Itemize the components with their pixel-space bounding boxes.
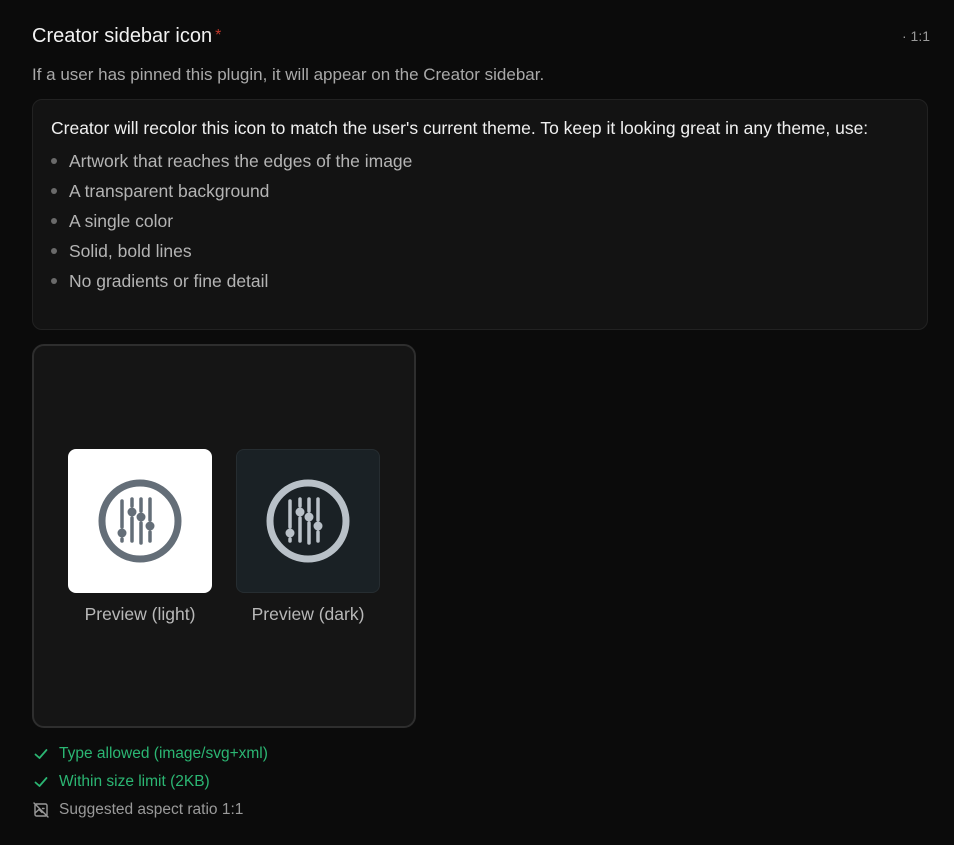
sliders-circle-icon [266, 479, 350, 563]
preview-dark: Preview (dark) [236, 449, 380, 625]
guidance-item: Solid, bold lines [51, 236, 909, 266]
required-mark: * [215, 27, 222, 44]
preview-dark-label: Preview (dark) [251, 604, 365, 624]
preview-light-tile [68, 449, 212, 593]
aspect-ratio-hint: · 1:1 [901, 28, 930, 44]
guidance-panel: Creator will recolor this icon to match … [32, 99, 928, 330]
validation-text: Within size limit (2KB) [59, 773, 210, 790]
field-title-text: Creator sidebar icon [32, 25, 213, 47]
guidance-list: Artwork that reaches the edges of the im… [51, 146, 909, 296]
guidance-item: A transparent background [51, 176, 909, 206]
field-title: Creator sidebar icon * [32, 22, 221, 50]
check-icon [32, 745, 50, 763]
validation-list: Type allowed (image/svg+xml) Within size… [32, 740, 432, 824]
guidance-item: No gradients or fine detail [51, 266, 909, 296]
field-header: Creator sidebar icon * · 1:1 [32, 22, 930, 52]
guidance-item: A single color [51, 206, 909, 236]
icon-upload-dropzone[interactable]: Preview (light) Preview (dark) [32, 344, 416, 728]
validation-item-aspect: Suggested aspect ratio 1:1 [32, 796, 432, 824]
field-description: If a user has pinned this plugin, it wil… [32, 65, 545, 84]
sliders-circle-icon [98, 479, 182, 563]
guidance-intro: Creator will recolor this icon to match … [51, 118, 869, 138]
check-icon [32, 773, 50, 791]
preview-dark-tile [236, 449, 380, 593]
validation-text: Suggested aspect ratio 1:1 [59, 801, 244, 818]
validation-item-size: Within size limit (2KB) [32, 768, 432, 796]
aspect-ratio-off-icon [32, 801, 50, 819]
guidance-item: Artwork that reaches the edges of the im… [51, 146, 909, 176]
preview-light: Preview (light) [68, 449, 212, 625]
validation-item-type: Type allowed (image/svg+xml) [32, 740, 432, 768]
validation-text: Type allowed (image/svg+xml) [59, 745, 268, 762]
preview-light-label: Preview (light) [84, 604, 196, 624]
